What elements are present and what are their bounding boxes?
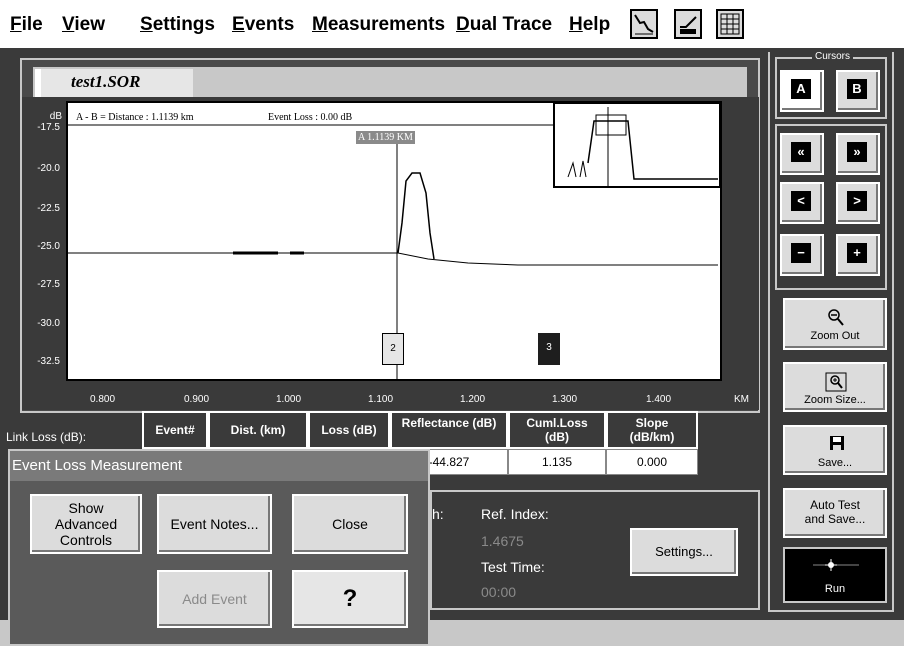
cell-slope: 0.000: [606, 449, 698, 475]
x-tick-label: 1.300: [552, 394, 578, 405]
event-loss-readout: Event Loss : 0.00 dB: [268, 112, 353, 123]
cursors-title: Cursors: [812, 51, 854, 62]
help-button[interactable]: ?: [292, 570, 408, 628]
col-header-slope: Slope (dB/km): [606, 411, 698, 449]
menu-events[interactable]: Events: [232, 14, 294, 36]
fast-left-button[interactable]: «: [780, 133, 824, 175]
y-tick-label: -20.0: [37, 163, 60, 174]
auto-test-label-line1: Auto Test: [810, 498, 860, 512]
auto-test-label-line2: and Save...: [804, 512, 866, 526]
col-header-cuml-loss: Cuml.Loss (dB): [508, 411, 606, 449]
menu-dual-trace[interactable]: Dual Trace: [456, 14, 552, 36]
cursor-b-icon: B: [847, 79, 867, 99]
y-tick-label: -32.5: [37, 356, 60, 367]
menu-file[interactable]: File: [10, 14, 43, 36]
test-time-label: Test Time:: [481, 559, 545, 575]
y-tick-label: -17.5: [37, 122, 60, 133]
menu-measurements[interactable]: Measurements: [312, 14, 445, 36]
col-header-reflectance: Reflectance (dB): [390, 411, 508, 449]
cell-cuml-loss: 1.135: [508, 449, 606, 475]
cursor-a-icon: A: [791, 79, 811, 99]
minus-icon: −: [791, 243, 811, 263]
zoom-size-label: Zoom Size...: [804, 394, 866, 406]
show-advanced-controls-button[interactable]: Show Advanced Controls: [30, 494, 142, 554]
col-header-loss: Loss (dB): [308, 411, 390, 449]
zoom-size-button[interactable]: Zoom Size...: [783, 362, 887, 412]
close-button[interactable]: Close: [292, 494, 408, 554]
event-marker-3[interactable]: 3: [538, 333, 560, 365]
y-tick-label: -27.5: [37, 279, 60, 290]
info-partial-label: h:: [432, 506, 444, 522]
run-label: Run: [824, 583, 846, 595]
cursor-a-button[interactable]: A: [780, 70, 824, 112]
cursor-b-button[interactable]: B: [836, 70, 880, 112]
x-tick-label: 0.900: [184, 394, 210, 405]
menu-settings[interactable]: Settings: [140, 14, 215, 36]
x-tick-label: 1.400: [646, 394, 672, 405]
x-tick-label: 1.200: [460, 394, 486, 405]
grid-view-icon[interactable]: [716, 9, 744, 39]
save-button[interactable]: Save...: [783, 425, 887, 475]
x-tick-label: 1.100: [368, 394, 394, 405]
ref-index-label: Ref. Index:: [481, 506, 549, 522]
ref-index-value: 1.4675: [481, 533, 524, 549]
x-tick-label: 0.800: [90, 394, 116, 405]
show-advanced-line1: Show: [68, 500, 104, 516]
chevron-right-icon: >: [847, 191, 867, 211]
trace-view-icon[interactable]: [630, 9, 658, 39]
save-label: Save...: [817, 457, 853, 469]
double-chevron-right-icon: »: [847, 142, 867, 162]
menu-view[interactable]: View: [62, 14, 105, 36]
plus-icon: +: [847, 243, 867, 263]
event-notes-button[interactable]: Event Notes...: [157, 494, 272, 554]
dialog-title: Event Loss Measurement: [10, 451, 428, 481]
chevron-left-icon: <: [791, 191, 811, 211]
add-event-button[interactable]: Add Event: [157, 570, 272, 628]
col-header-dist: Dist. (km): [208, 411, 308, 449]
run-button[interactable]: Run: [783, 547, 887, 603]
shrink-button[interactable]: −: [780, 234, 824, 276]
zoom-out-icon: [828, 309, 844, 326]
cursor-a-label: A 1.1139 KM: [356, 131, 415, 144]
show-advanced-line2: Advanced: [54, 516, 118, 532]
y-tick-label: -25.0: [37, 241, 60, 252]
link-loss-label: Link Loss (dB):: [6, 430, 87, 444]
test-time-value: 00:00: [481, 584, 517, 600]
y-axis-unit: dB: [49, 111, 62, 122]
laser-icon: [813, 559, 859, 571]
auto-test-save-button[interactable]: Auto Test and Save...: [783, 488, 887, 538]
event-marker-2[interactable]: 2: [382, 333, 404, 365]
settings-button[interactable]: Settings...: [630, 528, 738, 576]
step-right-button[interactable]: >: [836, 182, 880, 224]
menu-help[interactable]: Help: [569, 14, 610, 36]
zoom-out-label: Zoom Out: [810, 330, 860, 342]
expand-button[interactable]: +: [836, 234, 880, 276]
zoom-out-button[interactable]: Zoom Out: [783, 298, 887, 350]
x-tick-label: 1.000: [276, 394, 302, 405]
table-view-icon[interactable]: [674, 9, 702, 39]
trace-tab[interactable]: test1.SOR: [35, 69, 193, 97]
x-axis-unit: KM: [734, 394, 749, 405]
floppy-disk-icon: [830, 436, 844, 450]
distance-readout: A - B = Distance : 1.1139 km: [76, 112, 194, 123]
y-tick-label: -30.0: [37, 318, 60, 329]
y-tick-label: -22.5: [37, 203, 60, 214]
double-chevron-left-icon: «: [791, 142, 811, 162]
show-advanced-line3: Controls: [59, 532, 113, 548]
fast-right-button[interactable]: »: [836, 133, 880, 175]
step-left-button[interactable]: <: [780, 182, 824, 224]
menu-bar: File View Settings Events Measurements D…: [0, 0, 904, 48]
zoom-size-icon: [825, 372, 847, 392]
col-header-event: Event#: [142, 411, 208, 449]
